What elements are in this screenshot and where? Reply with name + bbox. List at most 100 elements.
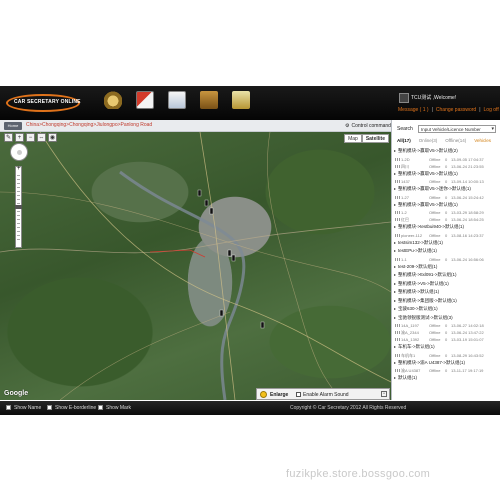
tab-vehicles[interactable]: Vehicles: [474, 137, 491, 145]
vehicle-group[interactable]: 车机车->默认组(1): [392, 343, 500, 352]
vehicle-time: 13-08-16 14:23:37: [451, 232, 484, 238]
vehicle-name: 1-2: [401, 210, 407, 215]
vehicle-status: Offline: [429, 337, 441, 342]
vehicle-group[interactable]: 整机模块->赢取V5->默认组(2): [392, 147, 500, 156]
vehicle-time: 13-06-24 18:54:25: [451, 217, 484, 222]
vehicle-status: Offline: [429, 163, 441, 169]
signal-icon: [395, 331, 400, 334]
vehicle-time: 13-06-27 14:02:18: [451, 323, 484, 328]
satellite-button[interactable]: Satellite: [361, 134, 389, 143]
control-command-button[interactable]: Control command: [345, 123, 390, 129]
google-attribution: Google: [4, 390, 29, 397]
zoom-in-icon[interactable]: +: [15, 133, 24, 142]
show-mark-checkbox[interactable]: [98, 405, 103, 410]
mail-icon[interactable]: [232, 91, 250, 109]
vehicle-group[interactable]: 整机模块->赢取V5->迷你->默认组(1): [392, 185, 500, 194]
vehicle-name: 1437: [401, 179, 410, 184]
pin-icon[interactable]: ✎: [4, 133, 13, 142]
monitor-icon[interactable]: [104, 91, 122, 109]
vehicle-status: Offline: [429, 352, 441, 358]
vehicle-panel: Search Input Vehicle/Licence Number All(…: [391, 120, 500, 400]
report-icon[interactable]: [168, 91, 186, 109]
restore-icon[interactable]: ▫: [381, 391, 387, 397]
search-input[interactable]: Input Vehicle/Licence Number: [418, 125, 496, 133]
vehicle-row[interactable]: 渝A_2344 Offline 0 13-06-24 13:47:22: [392, 329, 500, 336]
vehicle-row[interactable]: 四川 Offline 0 13-06-24 21:23:55: [392, 163, 500, 170]
vehicle-status: Offline: [429, 330, 441, 335]
box-icon[interactable]: [200, 91, 218, 109]
vehicle-group[interactable]: 整机模块->赢取V5->默认组(1): [392, 201, 500, 210]
show-mark-toggle[interactable]: Show Mark: [98, 405, 131, 411]
show-name-checkbox[interactable]: [6, 405, 11, 410]
vehicle-status: Offline: [429, 232, 441, 238]
home-button[interactable]: Home: [4, 122, 22, 130]
eye-icon[interactable]: ◉: [48, 133, 57, 142]
vehicle-time: 13-11-17 19:17:19: [451, 368, 484, 373]
copyright-text: Copyright © Car Secretary 2012 All Right…: [290, 405, 407, 411]
change-password-link[interactable]: Change password: [436, 107, 476, 113]
vehicle-row[interactable]: 14A_1392 Offline 0 13-03-19 15:01:07: [392, 336, 500, 343]
vehicle-row[interactable]: 1-2D Offline 0 13-09-05 17:04:37: [392, 156, 500, 163]
pan-control[interactable]: [10, 143, 28, 161]
vehicle-name: 1-27: [401, 194, 410, 200]
vehicle-time: 13-09-14 10:00:13: [451, 179, 484, 184]
ruler-icon[interactable]: ⇔: [37, 133, 46, 142]
vehicle-group[interactable]: 整机模块->集团版->默认组(1): [392, 297, 500, 306]
vehicle-group[interactable]: 整机模块->赢取V5->默认组(1): [392, 170, 500, 179]
vehicle-group[interactable]: testsim132->默认组(1): [392, 239, 500, 248]
vehicle-row[interactable]: 1437 Offline 0 13-09-14 10:00:13: [392, 178, 500, 185]
vehicle-group[interactable]: test-209->默认组(1): [392, 263, 500, 272]
vehicle-group[interactable]: 整机模块->渝A U4387->默认组(1): [392, 359, 500, 368]
location-path: China>Chongqing>Chongqing>Jiulongpo>Panl…: [26, 122, 153, 128]
history-icon[interactable]: [136, 91, 154, 109]
vehicle-time: 13-06-24 13:47:22: [451, 330, 484, 335]
vehicle-row[interactable]: 渝A U4387 Offline 0 13-11-17 19:17:19: [392, 367, 500, 374]
vehicle-group[interactable]: 整机模块->testbui940->默认组(1): [392, 223, 500, 232]
map-button[interactable]: Map: [344, 134, 362, 143]
message-link[interactable]: Message ( 1 ): [398, 107, 429, 113]
vehicle-row[interactable]: 车机车1 Offline 0 13-08-29 16:43:52: [392, 352, 500, 359]
vehicle-status: Offline: [429, 210, 441, 215]
tab-offline[interactable]: Offline(14): [445, 137, 466, 145]
signal-icon: [395, 338, 400, 341]
vehicle-group[interactable]: testEPu->默认组(1): [392, 247, 500, 256]
vehicle-time: 13-06-24 21:23:55: [451, 163, 484, 169]
vehicle-group[interactable]: 整机模块->默认组(1): [392, 288, 500, 297]
zoom-slider[interactable]: [15, 166, 22, 248]
vehicle-group[interactable]: 默认组(1): [392, 374, 500, 383]
vehicle-row[interactable]: 1-2 Offline 0 13-03-29 18:58:29: [392, 209, 500, 216]
app-logo[interactable]: CAR SECRETARY ONLINE: [6, 92, 81, 114]
vehicle-group[interactable]: 整机模块->ttxl091->默认组(1): [392, 271, 500, 280]
tab-all[interactable]: All(17): [397, 137, 411, 145]
zoom-knob[interactable]: [15, 205, 22, 209]
vehicle-row[interactable]: 1-27 Offline 0 13-06-24 15:24:42: [392, 194, 500, 201]
vehicle-group[interactable]: 宝骏630->默认组(1): [392, 305, 500, 314]
vehicle-group[interactable]: 整机模块->V5->默认组(1): [392, 280, 500, 289]
show-name-toggle[interactable]: Show Name: [6, 405, 41, 411]
vehicle-row[interactable]: 红巴 Offline 0 13-06-24 18:54:25: [392, 216, 500, 223]
map-view[interactable]: Map Satellite: [0, 132, 391, 400]
show-eborderline-checkbox[interactable]: [47, 405, 52, 410]
vehicle-row[interactable]: pioneer-112 Offline 0 13-08-16 14:23:37: [392, 232, 500, 239]
zoom-out-icon[interactable]: −: [26, 133, 35, 142]
bulb-icon: [260, 391, 267, 398]
signal-icon: [395, 218, 400, 221]
top-header: CAR SECRETARY ONLINE TCU测试 ,Welcome! Mes…: [0, 86, 500, 120]
welcome-text: TCU测试 ,Welcome!: [411, 95, 457, 101]
tab-online[interactable]: Online(3): [419, 137, 438, 145]
show-eborderline-toggle[interactable]: Show E-borderline: [47, 405, 96, 411]
vehicle-row[interactable]: 14A_1197 Offline 0 13-06-27 14:02:18: [392, 322, 500, 329]
vehicle-group[interactable]: 宝驰领锐版测试->默认组(3): [392, 314, 500, 323]
enlarge-button[interactable]: Enlarge: [270, 392, 288, 398]
search-button[interactable]: Search: [397, 124, 413, 134]
map-overlay: [0, 132, 391, 400]
signal-icon: [395, 353, 400, 357]
vehicle-name: pioneer-112: [401, 232, 423, 238]
vehicle-row[interactable]: 1-1 Offline 0 13-06-24 16:56:06: [392, 256, 500, 263]
signal-icon: [395, 257, 400, 261]
alarm-sound-checkbox[interactable]: [296, 392, 301, 397]
search-row: Search Input Vehicle/Licence Number: [392, 124, 500, 134]
enlarge-bar: Enlarge Enable Alarm Sound ▫: [256, 388, 390, 400]
log-off-link[interactable]: Log off: [484, 107, 499, 113]
signal-icon: [395, 369, 400, 372]
